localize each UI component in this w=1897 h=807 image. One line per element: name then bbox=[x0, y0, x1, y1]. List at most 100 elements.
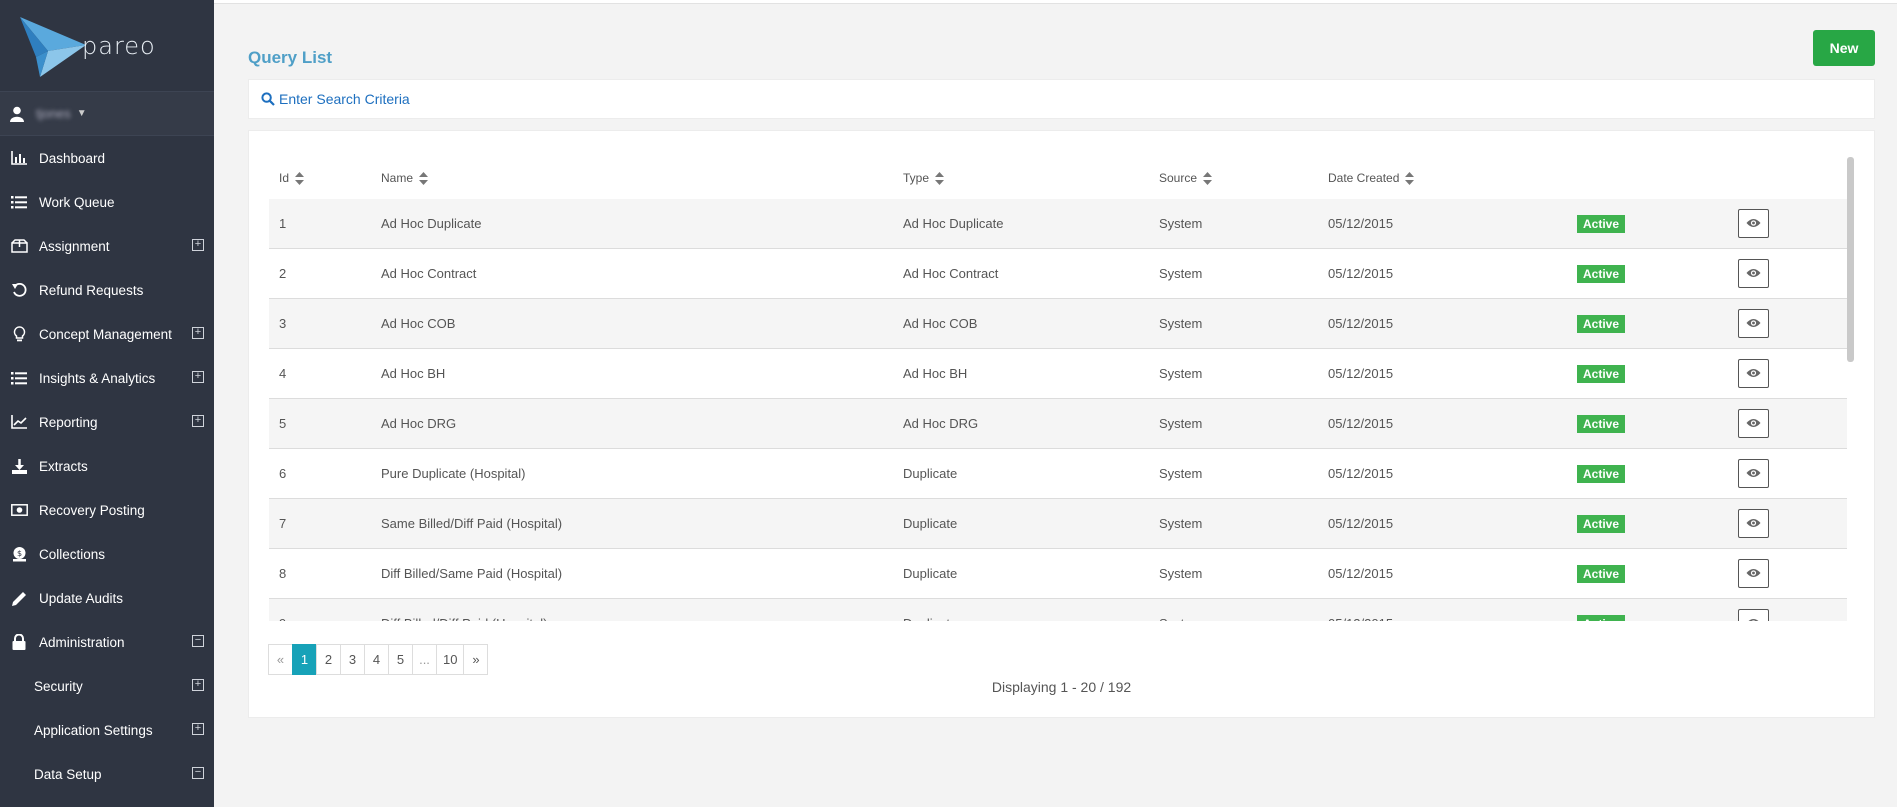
sidebar-item-collections[interactable]: $ Collections bbox=[0, 532, 214, 576]
expand-icon[interactable]: + bbox=[192, 415, 204, 427]
cell-status: Active bbox=[1577, 564, 1738, 583]
new-button[interactable]: New bbox=[1813, 30, 1875, 66]
sidebar-item-work-queue[interactable]: Work Queue bbox=[0, 180, 214, 224]
page-button[interactable]: 4 bbox=[364, 644, 389, 675]
cell-actions bbox=[1738, 209, 1838, 238]
cell-date-created: 05/12/2015 bbox=[1328, 216, 1394, 231]
search-icon bbox=[261, 92, 275, 106]
cell-type: Ad Hoc DRG bbox=[903, 416, 979, 431]
sort-icon bbox=[935, 172, 945, 186]
cell-source: System bbox=[1159, 566, 1203, 581]
column-header-source[interactable]: Source bbox=[1159, 171, 1328, 186]
page-button[interactable]: 10 bbox=[436, 644, 465, 675]
user-name: tjones bbox=[36, 106, 71, 121]
column-header-name[interactable]: Name bbox=[381, 170, 903, 186]
expand-icon[interactable]: + bbox=[192, 679, 204, 691]
logo[interactable]: pareo bbox=[0, 0, 214, 92]
cell-actions bbox=[1738, 609, 1838, 621]
column-header-date-created[interactable]: Date Created bbox=[1328, 171, 1577, 186]
cell-source: System bbox=[1159, 466, 1203, 481]
sidebar-item-insights-analytics[interactable]: Insights & Analytics + bbox=[0, 356, 214, 400]
cell-type: Duplicate bbox=[903, 516, 958, 531]
cell-actions bbox=[1738, 259, 1838, 288]
view-button[interactable] bbox=[1738, 509, 1769, 538]
view-button[interactable] bbox=[1738, 359, 1769, 388]
query-list-panel: Id Name Type Source Date Created 1 Ad Hoc… bbox=[248, 130, 1875, 718]
sidebar-item-label: Dashboard bbox=[39, 150, 106, 166]
box-icon bbox=[10, 237, 28, 255]
view-button[interactable] bbox=[1738, 609, 1769, 621]
sidebar: pareo tjones ▼ Dashboard Work Queue Assign… bbox=[0, 0, 214, 807]
expand-icon[interactable]: + bbox=[192, 239, 204, 251]
sidebar-item-assignment[interactable]: Assignment + bbox=[0, 224, 214, 268]
view-button[interactable] bbox=[1738, 409, 1769, 438]
sidebar-item-refund-requests[interactable]: Refund Requests bbox=[0, 268, 214, 312]
table-row[interactable]: 7 Same Billed/Diff Paid (Hospital) Duplica… bbox=[269, 499, 1847, 549]
cell-status: Active bbox=[1577, 314, 1738, 333]
column-header-id[interactable]: Id bbox=[269, 171, 381, 186]
sidebar-item-dashboard[interactable]: Dashboard bbox=[0, 136, 214, 180]
sidebar-item-recovery-posting[interactable]: Recovery Posting bbox=[0, 488, 214, 532]
cell-type: Duplicate bbox=[903, 466, 958, 481]
sidebar-item-application-settings[interactable]: Application Settings + bbox=[0, 708, 214, 752]
status-badge: Active bbox=[1577, 464, 1626, 483]
view-button[interactable] bbox=[1738, 259, 1769, 288]
sidebar-item-update-audits[interactable]: Update Audits bbox=[0, 576, 214, 620]
table-row[interactable]: 3 Ad Hoc COB Ad Hoc COB System 05/12/2015 Act… bbox=[269, 299, 1847, 349]
collapse-icon[interactable]: − bbox=[192, 767, 204, 779]
view-button[interactable] bbox=[1738, 459, 1769, 488]
expand-icon[interactable]: + bbox=[192, 723, 204, 735]
prev-page-button[interactable]: « bbox=[268, 644, 293, 675]
view-button[interactable] bbox=[1738, 559, 1769, 588]
page-button[interactable]: 2 bbox=[316, 644, 341, 675]
cell-source: System bbox=[1159, 516, 1203, 531]
cell-source: System bbox=[1159, 416, 1203, 431]
header-label: Name bbox=[381, 170, 414, 185]
money-icon bbox=[10, 501, 28, 519]
table-row[interactable]: 1 Ad Hoc Duplicate Ad Hoc Duplicate System 0… bbox=[269, 199, 1847, 249]
page-button[interactable]: 5 bbox=[388, 644, 413, 675]
user-menu[interactable]: tjones ▼ bbox=[0, 92, 214, 136]
expand-icon[interactable]: + bbox=[192, 371, 204, 383]
expand-icon[interactable]: + bbox=[192, 327, 204, 339]
view-button[interactable] bbox=[1738, 309, 1769, 338]
page-button[interactable]: 1 bbox=[292, 644, 317, 675]
sidebar-item-administration[interactable]: Administration − bbox=[0, 620, 214, 664]
view-button[interactable] bbox=[1738, 209, 1769, 238]
cell-name: Pure Duplicate (Hospital) bbox=[381, 466, 526, 481]
sidebar-item-concept-management[interactable]: Concept Management + bbox=[0, 312, 214, 356]
table-row[interactable]: 9Diff Billed/Diff Paid (Hospital)Duplica… bbox=[269, 599, 1847, 621]
cell-source: System bbox=[1159, 616, 1328, 621]
search-criteria-toggle[interactable]: Enter Search Criteria bbox=[248, 79, 1875, 119]
svg-text:$: $ bbox=[16, 549, 21, 558]
table-row[interactable]: 4 Ad Hoc BH Ad Hoc BH System 05/12/2015 Activ… bbox=[269, 349, 1847, 399]
cell-type: Ad Hoc BH bbox=[903, 366, 968, 381]
collapse-icon[interactable]: − bbox=[192, 635, 204, 647]
table-row[interactable]: 5 Ad Hoc DRG Ad Hoc DRG System 05/12/2015 Act… bbox=[269, 399, 1847, 449]
table-row[interactable]: 6 Pure Duplicate (Hospital) Duplicate Syste… bbox=[269, 449, 1847, 499]
column-header-type[interactable]: Type bbox=[903, 170, 1159, 186]
list-icon bbox=[10, 193, 28, 211]
eye-icon bbox=[1746, 216, 1761, 231]
table-row[interactable]: 2 Ad Hoc Contract Ad Hoc Contract System 05/… bbox=[269, 249, 1847, 299]
sidebar-item-security[interactable]: Security + bbox=[0, 664, 214, 708]
table-row[interactable]: 8 Diff Billed/Same Paid (Hospital) Duplica… bbox=[269, 549, 1847, 599]
cell-actions bbox=[1738, 559, 1838, 588]
sidebar-item-extracts[interactable]: Extracts bbox=[0, 444, 214, 488]
header-label: Type bbox=[903, 170, 930, 185]
next-page-button[interactable]: » bbox=[463, 644, 489, 675]
sidebar-item-label: Refund Requests bbox=[39, 282, 144, 298]
download-icon bbox=[10, 457, 28, 475]
cell-date-created: 05/12/2015 bbox=[1328, 316, 1394, 331]
sidebar-item-reporting[interactable]: Reporting + bbox=[0, 400, 214, 444]
eye-icon bbox=[1746, 466, 1761, 481]
table-scrollbar[interactable] bbox=[1847, 157, 1854, 362]
cell-id: 1 bbox=[279, 216, 287, 231]
cell-name: Ad Hoc Contract bbox=[381, 266, 477, 281]
cell-name: Same Billed/Diff Paid (Hospital) bbox=[381, 516, 563, 531]
page-button[interactable]: 3 bbox=[340, 644, 365, 675]
sidebar-item-label: Administration bbox=[39, 634, 125, 650]
coins-icon: $ bbox=[10, 545, 28, 563]
sidebar-item-data-setup[interactable]: Data Setup − bbox=[0, 752, 214, 796]
sort-icon bbox=[1203, 172, 1213, 186]
